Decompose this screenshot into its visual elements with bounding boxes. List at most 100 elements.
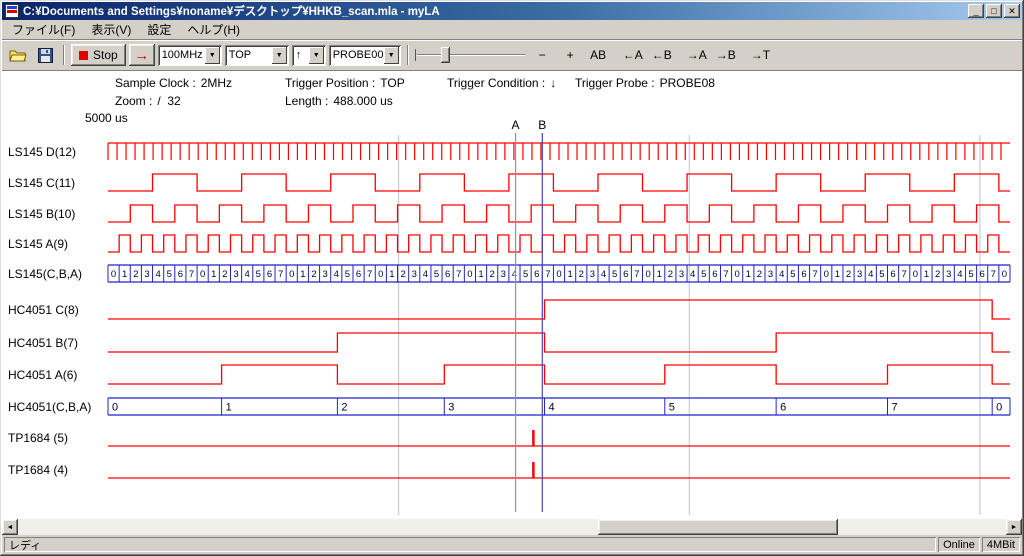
- channel-wave-7: [108, 365, 1010, 384]
- svg-text:6: 6: [980, 269, 985, 280]
- jump-a-right-button[interactable]: →A: [684, 44, 710, 66]
- dropdown-arrow-icon[interactable]: ▼: [272, 47, 287, 64]
- svg-text:4: 4: [334, 269, 339, 280]
- scrollbar-thumb[interactable]: [598, 519, 838, 535]
- svg-text:7: 7: [456, 269, 461, 280]
- dropdown-arrow-icon[interactable]: ▼: [309, 47, 324, 64]
- zoom-in-button[interactable]: +: [558, 44, 583, 66]
- svg-text:2: 2: [341, 402, 347, 414]
- svg-text:2: 2: [311, 269, 316, 280]
- close-button[interactable]: ✕: [1004, 4, 1020, 18]
- open-folder-icon: [9, 48, 27, 62]
- title-bar: C:¥Documents and Settings¥noname¥デスクトップ¥…: [2, 2, 1022, 20]
- zoom-slider-track[interactable]: [417, 54, 525, 56]
- svg-text:4: 4: [868, 269, 873, 280]
- svg-text:0: 0: [378, 269, 383, 280]
- maximize-button[interactable]: □: [986, 4, 1002, 18]
- scroll-right-button[interactable]: ►: [1006, 519, 1022, 535]
- minimize-button[interactable]: _: [968, 4, 984, 18]
- floppy-disk-icon: [38, 48, 53, 63]
- svg-text:0: 0: [112, 402, 118, 414]
- channel-wave-6: [108, 333, 1010, 352]
- svg-text:6: 6: [267, 269, 272, 280]
- status-bar: レディ Online 4MBit: [2, 535, 1022, 554]
- horizontal-scrollbar[interactable]: ◄ ►: [2, 519, 1022, 535]
- svg-text:2: 2: [846, 269, 851, 280]
- svg-text:3: 3: [768, 269, 773, 280]
- svg-text:3: 3: [679, 269, 684, 280]
- open-button[interactable]: [6, 44, 30, 66]
- svg-text:0: 0: [556, 269, 561, 280]
- svg-text:6: 6: [890, 269, 895, 280]
- svg-text:1: 1: [300, 269, 305, 280]
- svg-text:6: 6: [712, 269, 717, 280]
- waveform-canvas[interactable]: 0123456701234567012345670123456701234567…: [2, 71, 1022, 519]
- svg-text:6: 6: [801, 269, 806, 280]
- sample-rate-value: 100MHz: [162, 49, 203, 61]
- trigger-position-combo[interactable]: TOP ▼: [225, 45, 289, 66]
- channel-wave-8: 012345670: [108, 398, 1010, 415]
- zoom-out-button[interactable]: −: [530, 44, 555, 66]
- svg-text:3: 3: [144, 269, 149, 280]
- svg-text:4: 4: [549, 402, 555, 414]
- svg-text:5: 5: [345, 269, 350, 280]
- cursor-ab-button[interactable]: AB: [586, 44, 611, 66]
- waveform-client-area: Sample Clock : 2MHz Trigger Position : T…: [2, 71, 1022, 519]
- sample-rate-combo[interactable]: 100MHz ▼: [158, 45, 222, 66]
- menu-help[interactable]: ヘルプ(H): [179, 19, 248, 40]
- menu-file[interactable]: ファイル(F): [4, 19, 83, 40]
- status-ready: レディ: [4, 537, 936, 552]
- jump-b-right-button[interactable]: →B: [713, 44, 739, 66]
- svg-text:1: 1: [122, 269, 127, 280]
- svg-text:7: 7: [545, 269, 550, 280]
- scroll-left-button[interactable]: ◄: [2, 519, 18, 535]
- trigger-edge-combo[interactable]: ↑ ▼: [292, 45, 326, 66]
- svg-text:3: 3: [946, 269, 951, 280]
- tool-bar: Stop → 100MHz ▼ TOP ▼ ↑ ▼ PROBE00 ▼ − + …: [2, 40, 1022, 71]
- channel-wave-1: [108, 174, 1010, 191]
- svg-text:6: 6: [534, 269, 539, 280]
- svg-text:0: 0: [467, 269, 472, 280]
- svg-text:4: 4: [512, 269, 517, 280]
- svg-text:2: 2: [579, 269, 584, 280]
- run-arrow-icon: →: [134, 47, 149, 64]
- svg-text:6: 6: [623, 269, 628, 280]
- stop-button[interactable]: Stop: [71, 44, 126, 66]
- zoom-slider-thumb[interactable]: [441, 47, 450, 63]
- zoom-slider[interactable]: [415, 45, 527, 65]
- svg-text:7: 7: [991, 269, 996, 280]
- jump-trigger-button[interactable]: →T: [748, 44, 773, 66]
- jump-a-left-button[interactable]: ←A: [620, 44, 646, 66]
- channel-wave-0: [108, 143, 1010, 160]
- svg-text:1: 1: [211, 269, 216, 280]
- svg-text:0: 0: [913, 269, 918, 280]
- menu-settings[interactable]: 設定: [139, 19, 179, 40]
- svg-text:6: 6: [356, 269, 361, 280]
- svg-text:0: 0: [200, 269, 205, 280]
- svg-text:0: 0: [996, 402, 1002, 414]
- svg-text:2: 2: [490, 269, 495, 280]
- svg-text:7: 7: [902, 269, 907, 280]
- svg-text:4: 4: [690, 269, 695, 280]
- menu-view[interactable]: 表示(V): [83, 19, 139, 40]
- svg-text:4: 4: [779, 269, 784, 280]
- svg-text:5: 5: [612, 269, 617, 280]
- app-icon[interactable]: [5, 4, 19, 18]
- svg-text:7: 7: [723, 269, 728, 280]
- save-button[interactable]: [33, 44, 57, 66]
- svg-text:2: 2: [757, 269, 762, 280]
- jump-b-left-button[interactable]: ←B: [649, 44, 675, 66]
- svg-text:3: 3: [412, 269, 417, 280]
- run-button[interactable]: →: [129, 44, 155, 66]
- dropdown-arrow-icon[interactable]: ▼: [384, 47, 399, 64]
- trigger-probe-combo[interactable]: PROBE00 ▼: [329, 45, 401, 66]
- svg-text:5: 5: [879, 269, 884, 280]
- dropdown-arrow-icon[interactable]: ▼: [205, 47, 220, 64]
- app-window: C:¥Documents and Settings¥noname¥デスクトップ¥…: [0, 0, 1024, 556]
- toolbar-separator: [407, 45, 409, 65]
- svg-text:5: 5: [669, 402, 675, 414]
- svg-text:4: 4: [155, 269, 160, 280]
- svg-text:5: 5: [701, 269, 706, 280]
- svg-text:3: 3: [590, 269, 595, 280]
- svg-text:5: 5: [968, 269, 973, 280]
